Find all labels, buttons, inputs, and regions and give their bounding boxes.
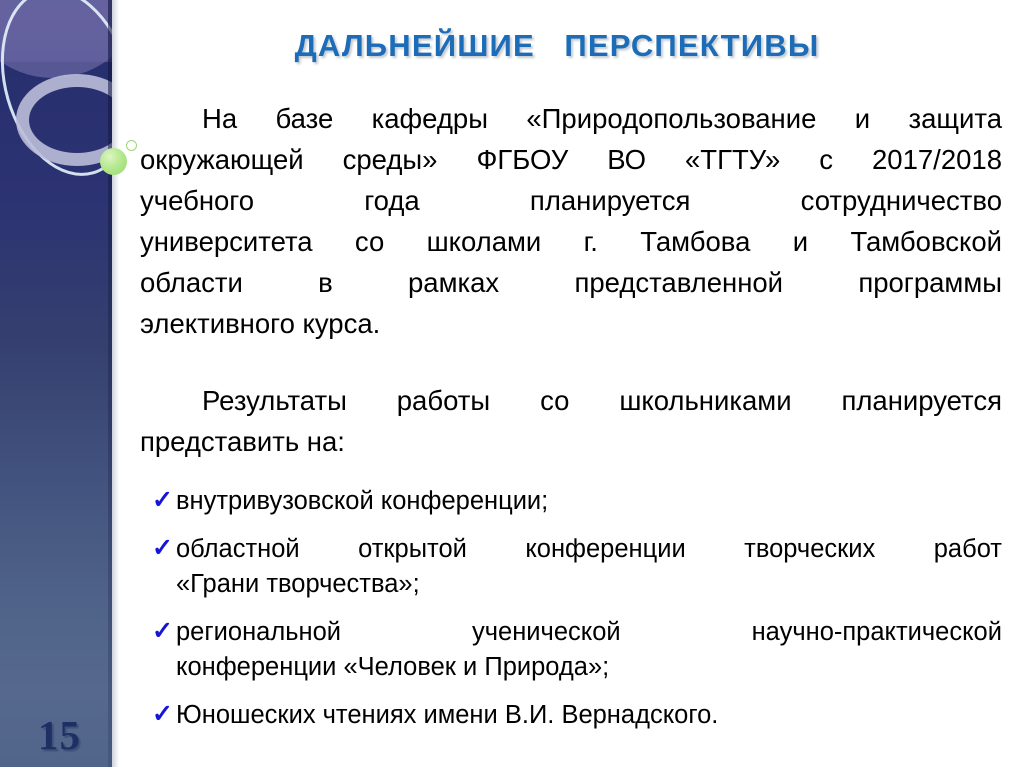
list-item-text: внутривузовской конференции; (176, 484, 1002, 519)
check-icon: ✓ (152, 534, 173, 562)
list-item-line: конференции «Человек и Природа»; (176, 653, 610, 681)
paragraph-line: окружающей среды» ФГБОУ ВО «ТГТУ» с 2017… (140, 144, 1002, 175)
list-item-text: областной открытой конференции творчески… (176, 532, 1002, 602)
list-item-line: областной открытой конференции творчески… (176, 535, 1002, 563)
list-item-3: ✓ региональной ученической научно-практи… (140, 615, 1002, 685)
paragraph-1: На базе кафедры «Природопользование и за… (140, 98, 1002, 344)
paragraph-line: На базе кафедры «Природопользование и за… (202, 103, 1002, 134)
list-item-4: ✓ Юношеских чтениях имени В.И. Вернадско… (140, 698, 1002, 733)
paragraph-line: представить на: (140, 426, 345, 457)
paragraph-2: Результаты работы со школьниками планиру… (140, 380, 1002, 462)
slide-body: На базе кафедры «Природопользование и за… (140, 98, 1002, 746)
check-icon: ✓ (152, 700, 173, 728)
paragraph-line: Результаты работы со школьниками планиру… (202, 385, 1002, 416)
list-item-line: внутривузовской конференции; (176, 487, 549, 515)
paragraph-line: учебного года планируется сотрудничество (140, 185, 1002, 216)
list-item-line: «Грани творчества»; (176, 570, 420, 598)
list-item-1: ✓ внутривузовской конференции; (140, 484, 1002, 519)
slide-page-number: 15 (38, 712, 81, 758)
check-icon: ✓ (152, 617, 173, 645)
paragraph-line: университета со школами г. Тамбова и Там… (140, 226, 1002, 257)
sidebar-drop-shadow (112, 0, 119, 767)
green-ring-icon (126, 140, 137, 151)
conference-list: ✓ внутривузовской конференции; ✓ областн… (140, 484, 1002, 733)
list-item-text: региональной ученической научно-практиче… (176, 615, 1002, 685)
green-circle-icon (100, 148, 127, 175)
presentation-slide: 15 ДАЛЬНЕЙШИЕ ПЕРСПЕКТИВЫ На базе кафедр… (0, 0, 1024, 767)
paragraph-line: элективного курса. (140, 308, 381, 339)
check-icon: ✓ (152, 486, 173, 514)
slide-title: ДАЛЬНЕЙШИЕ ПЕРСПЕКТИВЫ (294, 28, 820, 63)
list-item-text: Юношеских чтениях имени В.И. Вернадского… (176, 698, 1002, 733)
list-item-line: Юношеских чтениях имени В.И. Вернадского… (176, 701, 719, 729)
paragraph-line: области в рамках представленной программ… (140, 267, 1002, 298)
slide-sidebar-decoration (0, 0, 112, 767)
list-item-line: региональной ученической научно-практиче… (176, 618, 1002, 646)
list-item-2: ✓ областной открытой конференции творчес… (140, 532, 1002, 602)
